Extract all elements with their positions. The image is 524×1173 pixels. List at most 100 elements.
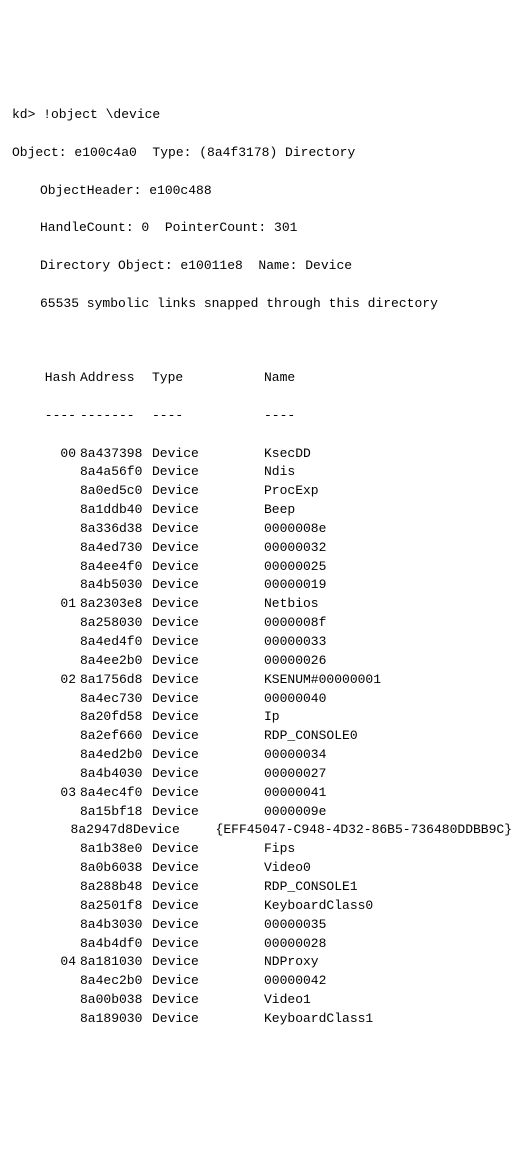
table-row: 8a4ee4f0Device00000025	[40, 558, 512, 577]
cell-hash	[40, 897, 80, 916]
cell-name: 00000035	[264, 916, 512, 935]
cell-hash	[40, 935, 80, 954]
cell-type: Device	[152, 727, 264, 746]
object-info-line: Object: e100c4a0 Type: (8a4f3178) Direct…	[12, 144, 512, 163]
cell-type: Device	[152, 690, 264, 709]
cell-name: 0000008e	[264, 520, 512, 539]
debugger-output: kd> !object \device Object: e100c4a0 Typ…	[12, 87, 512, 1066]
cell-address: 8a336d38	[80, 520, 152, 539]
table-row: 8a4b5030Device00000019	[40, 576, 512, 595]
cell-address: 8a4ed730	[80, 539, 152, 558]
cell-address: 8a0b6038	[80, 859, 152, 878]
cell-name: Ip	[264, 708, 512, 727]
cell-hash	[40, 878, 80, 897]
table-row: 028a1756d8DeviceKSENUM#00000001	[40, 671, 512, 690]
table-row: 8a4a56f0DeviceNdis	[40, 463, 512, 482]
table-row: 8a4ee2b0Device00000026	[40, 652, 512, 671]
cell-hash	[40, 727, 80, 746]
cell-hash	[40, 463, 80, 482]
cell-address: 8a4ee2b0	[80, 652, 152, 671]
table-row: 8a4ed730Device00000032	[40, 539, 512, 558]
cell-hash	[40, 746, 80, 765]
table-row: 8a1b38e0DeviceFips	[40, 840, 512, 859]
cell-name: 00000040	[264, 690, 512, 709]
object-table: HashAddressTypeName ------------------- …	[12, 350, 512, 1047]
cell-name: 00000033	[264, 633, 512, 652]
cell-address: 8a437398	[80, 445, 152, 464]
cell-hash	[40, 539, 80, 558]
cell-type: Device	[152, 840, 264, 859]
cell-hash	[40, 840, 80, 859]
table-row: 038a4ec4f0Device00000041	[40, 784, 512, 803]
cell-hash: 02	[40, 671, 80, 690]
cell-hash	[40, 482, 80, 501]
cell-hash	[40, 991, 80, 1010]
cell-name: Ndis	[264, 463, 512, 482]
cell-type: Device	[152, 991, 264, 1010]
cell-name: RDP_CONSOLE0	[264, 727, 512, 746]
cell-name: {EFF45047-C948-4D32-86B5-736480DDBB9C}	[216, 821, 512, 840]
cell-type: Device	[152, 784, 264, 803]
cell-type: Device	[152, 708, 264, 727]
table-row: 8a20fd58DeviceIp	[40, 708, 512, 727]
cell-address: 8a1756d8	[80, 671, 152, 690]
table-row: 8a2947d8Device{EFF45047-C948-4D32-86B5-7…	[40, 821, 512, 840]
table-row: 8a15bf18Device0000009e	[40, 803, 512, 822]
cell-hash	[40, 690, 80, 709]
cell-address: 8a2ef660	[80, 727, 152, 746]
symbolic-links-line: 65535 symbolic links snapped through thi…	[12, 295, 512, 314]
prompt-line: kd> !object \device	[12, 106, 512, 125]
cell-name: Video0	[264, 859, 512, 878]
cell-type: Device	[152, 539, 264, 558]
cell-name: Beep	[264, 501, 512, 520]
table-row: 8a0b6038DeviceVideo0	[40, 859, 512, 878]
cell-hash	[40, 708, 80, 727]
directory-object-line: Directory Object: e10011e8 Name: Device	[12, 257, 512, 276]
table-row: 048a181030DeviceNDProxy	[40, 953, 512, 972]
cell-type: Device	[152, 652, 264, 671]
cell-hash	[40, 859, 80, 878]
cell-type: Device	[133, 821, 216, 840]
cell-type: Device	[152, 953, 264, 972]
cell-hash	[40, 916, 80, 935]
cell-type: Device	[152, 803, 264, 822]
cell-type: Device	[152, 614, 264, 633]
table-header-row: HashAddressTypeName	[40, 369, 512, 388]
cell-address: 8a4b4030	[80, 765, 152, 784]
cell-address: 8a20fd58	[80, 708, 152, 727]
cell-name: Netbios	[264, 595, 512, 614]
cell-type: Device	[152, 859, 264, 878]
cell-hash	[40, 1010, 80, 1029]
cell-type: Device	[152, 897, 264, 916]
cell-address: 8a189030	[80, 1010, 152, 1029]
divider-hash: ----	[40, 407, 80, 426]
cell-name: 00000019	[264, 576, 512, 595]
cell-name: KeyboardClass1	[264, 1010, 512, 1029]
cell-name: 00000032	[264, 539, 512, 558]
table-divider-row: -------------------	[40, 407, 512, 426]
table-row: 8a4b4030Device00000027	[40, 765, 512, 784]
cell-hash	[40, 972, 80, 991]
divider-type: ----	[152, 407, 264, 426]
cell-type: Device	[152, 482, 264, 501]
cell-type: Device	[152, 558, 264, 577]
cell-address: 8a1b38e0	[80, 840, 152, 859]
cell-hash	[40, 803, 80, 822]
cell-address: 8a4b5030	[80, 576, 152, 595]
cell-hash	[40, 520, 80, 539]
col-header-address: Address	[80, 369, 152, 388]
cell-address: 8a4ed4f0	[80, 633, 152, 652]
table-row: 8a1ddb40DeviceBeep	[40, 501, 512, 520]
cell-address: 8a1ddb40	[80, 501, 152, 520]
table-row: 8a0ed5c0DeviceProcExp	[40, 482, 512, 501]
cell-type: Device	[152, 576, 264, 595]
cell-name: 0000009e	[264, 803, 512, 822]
cell-address: 8a2303e8	[80, 595, 152, 614]
cell-hash	[40, 558, 80, 577]
table-row: 8a2501f8DeviceKeyboardClass0	[40, 897, 512, 916]
cell-type: Device	[152, 501, 264, 520]
cell-address: 8a4ed2b0	[80, 746, 152, 765]
cell-hash	[40, 821, 71, 840]
table-row: 018a2303e8DeviceNetbios	[40, 595, 512, 614]
table-row: 8a4ec2b0Device00000042	[40, 972, 512, 991]
